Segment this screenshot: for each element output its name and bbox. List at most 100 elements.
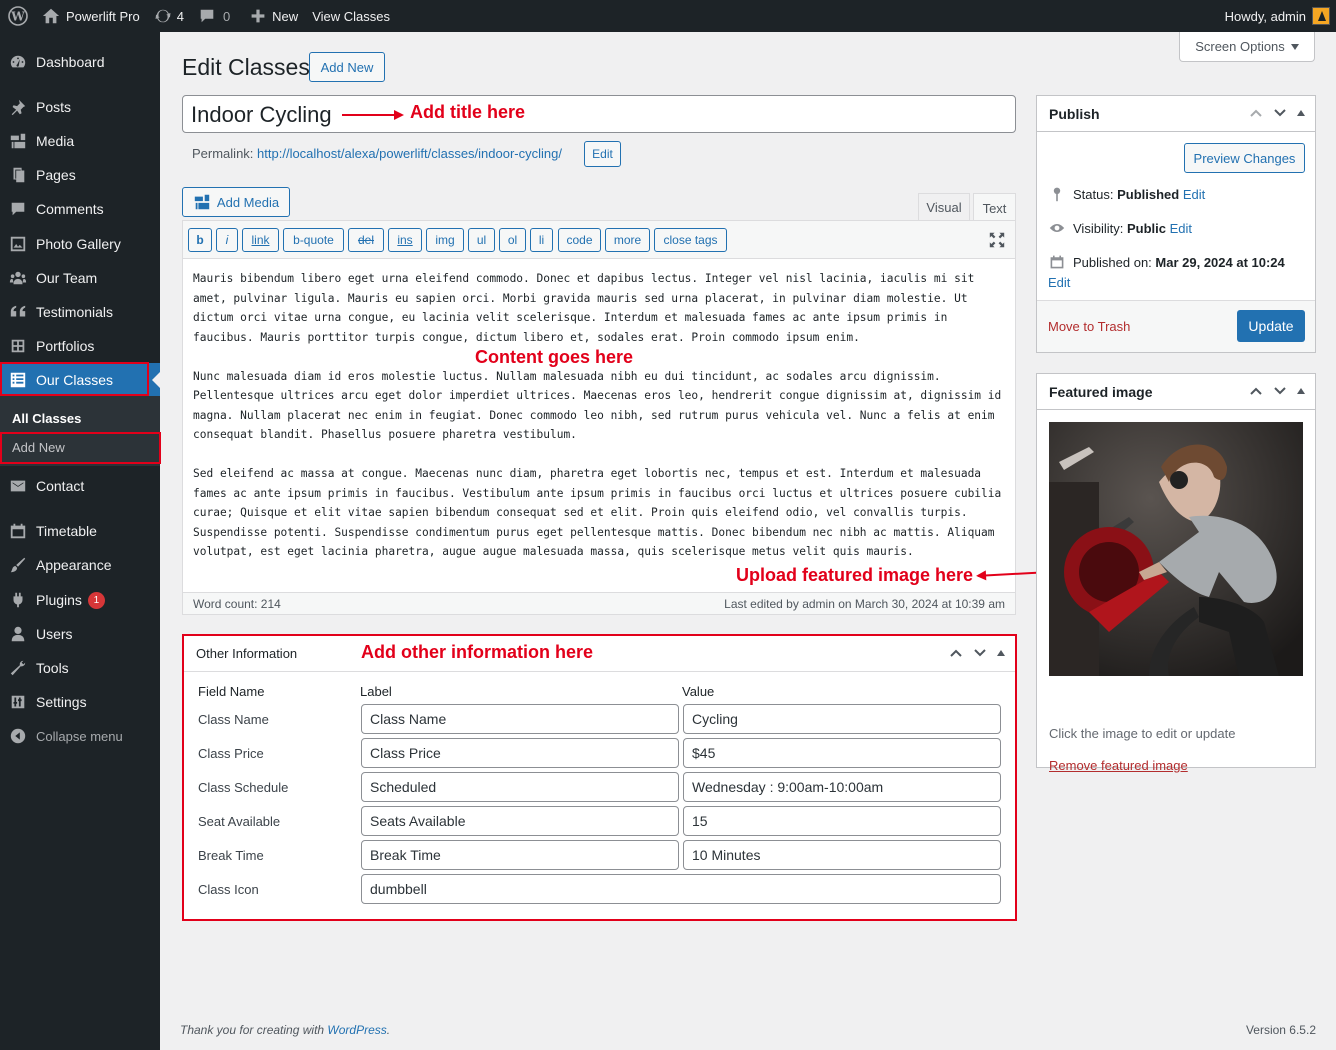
menu-users[interactable]: Users bbox=[0, 617, 160, 651]
publish-header[interactable]: Publish bbox=[1037, 96, 1315, 132]
wordpress-logo-icon[interactable]: W bbox=[0, 0, 35, 32]
qt-ins-button[interactable]: ins bbox=[388, 228, 422, 252]
tab-visual[interactable]: Visual bbox=[918, 193, 970, 221]
qt-bquote-button[interactable]: b-quote bbox=[283, 228, 344, 252]
class-icon-input[interactable]: dumbbell bbox=[361, 874, 1001, 904]
class-price-value-input[interactable]: $45 bbox=[683, 738, 1001, 768]
toggle-panel-icon[interactable] bbox=[1297, 110, 1305, 116]
class-schedule-value-input[interactable]: Wednesday : 9:00am-10:00am bbox=[683, 772, 1001, 802]
chevron-down-icon[interactable] bbox=[1273, 106, 1287, 120]
site-name-link[interactable]: Powerlift Pro bbox=[35, 0, 147, 32]
media-icon bbox=[10, 133, 26, 149]
svg-text:W: W bbox=[10, 10, 25, 24]
menu-testimonials[interactable]: Testimonials bbox=[0, 295, 160, 329]
permalink-url[interactable]: http://localhost/alexa/powerlift/classes… bbox=[257, 146, 562, 161]
chevron-up-icon[interactable] bbox=[1249, 384, 1263, 398]
field-name: Class Schedule bbox=[198, 780, 289, 795]
tab-text[interactable]: Text bbox=[973, 193, 1016, 222]
menu-comments[interactable]: Comments bbox=[0, 192, 160, 226]
seat-available-value-input[interactable]: 15 bbox=[683, 806, 1001, 836]
view-classes-link[interactable]: View Classes bbox=[305, 0, 397, 32]
permalink-edit-button[interactable]: Edit bbox=[584, 141, 621, 167]
qt-li-button[interactable]: li bbox=[530, 228, 553, 252]
toggle-panel-icon[interactable] bbox=[1297, 388, 1305, 394]
menu-timetable[interactable]: Timetable bbox=[0, 514, 160, 548]
menu-portfolios[interactable]: Portfolios bbox=[0, 329, 160, 363]
qt-code-button[interactable]: code bbox=[558, 228, 601, 252]
qt-italic-button[interactable]: i bbox=[216, 228, 238, 252]
new-label: New bbox=[272, 8, 299, 24]
menu-dashboard[interactable]: Dashboard bbox=[0, 45, 160, 79]
menu-tools[interactable]: Tools bbox=[0, 651, 160, 685]
menu-plugins[interactable]: Plugins 1 bbox=[0, 583, 160, 617]
chevron-down-icon[interactable] bbox=[973, 646, 987, 660]
title-input[interactable]: Indoor Cycling bbox=[182, 95, 1016, 133]
other-information-box: Other Information Field Name Label Value… bbox=[182, 634, 1017, 921]
add-new-button[interactable]: Add New bbox=[309, 52, 385, 82]
preview-changes-button[interactable]: Preview Changes bbox=[1184, 143, 1305, 173]
featured-image-header[interactable]: Featured image bbox=[1037, 374, 1315, 410]
chevron-up-icon[interactable] bbox=[1249, 106, 1263, 120]
qt-close-tags-button[interactable]: close tags bbox=[654, 228, 727, 252]
submenu-add-new[interactable]: Add New bbox=[12, 440, 65, 455]
menu-pages[interactable]: Pages bbox=[0, 158, 160, 192]
class-name-value-input[interactable]: Cycling bbox=[683, 704, 1001, 734]
remove-featured-image-link[interactable]: Remove featured image bbox=[1049, 758, 1188, 773]
calendar-icon bbox=[1050, 255, 1064, 269]
qt-del-button[interactable]: del bbox=[348, 228, 384, 252]
class-schedule-label-input[interactable]: Scheduled bbox=[361, 772, 679, 802]
menu-photo-gallery[interactable]: Photo Gallery bbox=[0, 227, 160, 261]
chevron-up-icon[interactable] bbox=[949, 646, 963, 660]
seat-available-label-input[interactable]: Seats Available bbox=[361, 806, 679, 836]
menu-label: Comments bbox=[36, 201, 104, 217]
annotation-arrow-title bbox=[342, 110, 404, 120]
qt-ol-button[interactable]: ol bbox=[499, 228, 526, 252]
comments-link[interactable]: 0 bbox=[191, 0, 237, 32]
qt-img-button[interactable]: img bbox=[426, 228, 464, 252]
field-name: Class Name bbox=[198, 712, 269, 727]
eye-icon bbox=[1049, 224, 1065, 232]
updates-link[interactable]: 4 bbox=[147, 0, 191, 32]
qt-ul-button[interactable]: ul bbox=[468, 228, 495, 252]
other-information-title: Other Information bbox=[196, 646, 298, 661]
menu-contact[interactable]: Contact bbox=[0, 469, 160, 503]
featured-image[interactable] bbox=[1049, 422, 1303, 676]
fullscreen-icon[interactable] bbox=[989, 232, 1005, 248]
menu-our-classes[interactable]: Our Classes bbox=[0, 363, 160, 397]
menu-label: Posts bbox=[36, 99, 72, 115]
menu-appearance[interactable]: Appearance bbox=[0, 548, 160, 582]
status-edit-link[interactable]: Edit bbox=[1183, 187, 1205, 202]
menu-media[interactable]: Media bbox=[0, 124, 160, 158]
screen-options-button[interactable]: Screen Options bbox=[1179, 32, 1315, 62]
qt-link-button[interactable]: link bbox=[242, 228, 279, 252]
update-button[interactable]: Update bbox=[1237, 310, 1305, 342]
break-time-label-input[interactable]: Break Time bbox=[361, 840, 679, 870]
break-time-value-input[interactable]: 10 Minutes bbox=[683, 840, 1001, 870]
qt-bold-button[interactable]: b bbox=[188, 228, 212, 252]
menu-our-team[interactable]: Our Team bbox=[0, 261, 160, 295]
menu-settings[interactable]: Settings bbox=[0, 685, 160, 719]
my-account[interactable]: Howdy, admin bbox=[1218, 0, 1336, 32]
comments-count: 0 bbox=[222, 8, 231, 24]
other-information-header[interactable]: Other Information bbox=[184, 636, 1015, 672]
editor-content[interactable]: Mauris bibendum libero eget urna eleifen… bbox=[193, 269, 1009, 581]
collapse-menu-button[interactable]: Collapse menu bbox=[0, 719, 160, 753]
chevron-down-icon[interactable] bbox=[1273, 384, 1287, 398]
menu-posts[interactable]: Posts bbox=[0, 90, 160, 124]
submenu-all-classes[interactable]: All Classes bbox=[12, 411, 81, 426]
move-to-trash-link[interactable]: Move to Trash bbox=[1048, 319, 1130, 334]
toggle-panel-icon[interactable] bbox=[997, 650, 1005, 656]
published-edit-link[interactable]: Edit bbox=[1048, 275, 1070, 290]
qt-more-button[interactable]: more bbox=[605, 228, 650, 252]
site-name: Powerlift Pro bbox=[66, 8, 140, 24]
new-content-link[interactable]: New bbox=[243, 0, 305, 32]
text-editor[interactable]: b i link b-quote del ins img ul ol li co… bbox=[182, 220, 1016, 615]
updates-count: 4 bbox=[176, 8, 184, 24]
footer-wordpress-link[interactable]: WordPress bbox=[327, 1023, 386, 1037]
annotation-title: Add title here bbox=[410, 102, 526, 122]
menu-label: Photo Gallery bbox=[36, 236, 121, 252]
class-price-label-input[interactable]: Class Price bbox=[361, 738, 679, 768]
visibility-edit-link[interactable]: Edit bbox=[1170, 221, 1192, 236]
class-name-label-input[interactable]: Class Name bbox=[361, 704, 679, 734]
add-media-button[interactable]: Add Media bbox=[182, 187, 290, 217]
